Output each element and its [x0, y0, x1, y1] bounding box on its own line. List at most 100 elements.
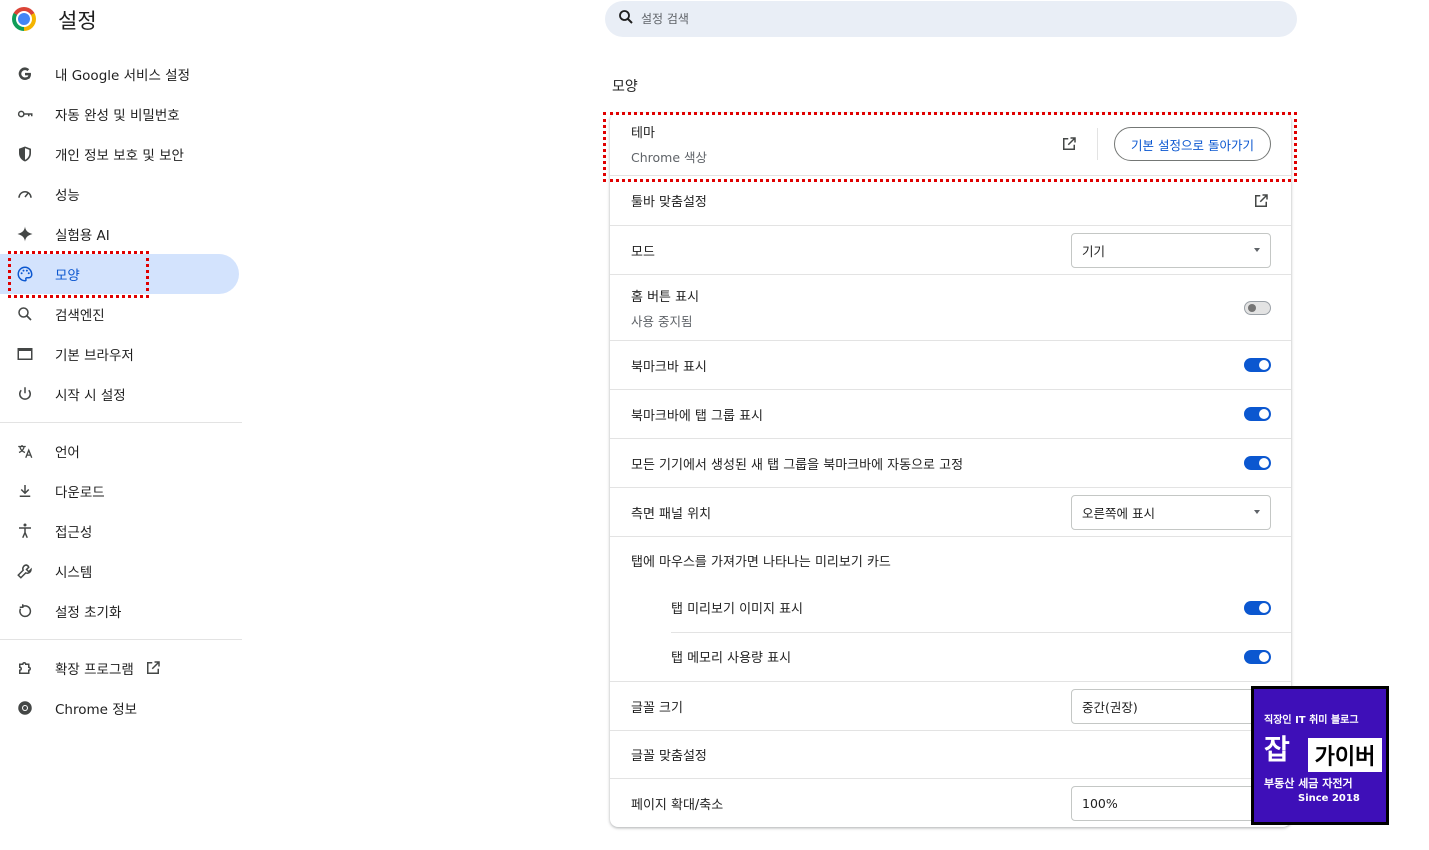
tab-groups-bar-label: 북마크바에 탭 그룹 표시 [631, 408, 763, 424]
sidebar-item-label: 실험용 AI [55, 228, 110, 244]
mode-row: 모드 기기 [610, 225, 1291, 274]
sidebar-item-accessibility[interactable]: 접근성 [0, 511, 239, 551]
search-input[interactable] [641, 12, 1241, 26]
sidebar-item-search-engine[interactable]: 검색엔진 [0, 294, 239, 334]
font-size-select[interactable]: 중간(권장) [1071, 688, 1271, 724]
sidebar: 내 Google 서비스 설정 자동 완성 및 비밀번호 개인 정보 보호 및 … [0, 54, 242, 728]
watermark-badge: 직장인 IT 취미 블로그 잡 가이버 부동산 세금 자전거 Since 201… [1251, 686, 1389, 825]
sidebar-item-label: 자동 완성 및 비밀번호 [55, 108, 180, 124]
sidebar-item-label: 시스템 [55, 565, 93, 581]
font-size-label: 글꼴 크기 [631, 700, 683, 716]
side-panel-label: 측면 패널 위치 [631, 506, 712, 522]
sidebar-item-label: 확장 프로그램 [55, 662, 134, 678]
side-panel-value: 오른쪽에 표시 [1082, 505, 1155, 521]
sidebar-item-autofill[interactable]: 자동 완성 및 비밀번호 [0, 94, 239, 134]
highlight-box-theme [603, 112, 1297, 182]
sidebar-item-performance[interactable]: 성능 [0, 174, 239, 214]
preview-image-label: 탭 미리보기 이미지 표시 [671, 602, 803, 617]
sidebar-item-label: 검색엔진 [55, 308, 105, 324]
zoom-select[interactable]: 100% [1071, 785, 1271, 821]
mode-value: 기기 [1082, 243, 1106, 259]
home-button-toggle[interactable] [1244, 300, 1271, 315]
memory-usage-toggle[interactable] [1244, 649, 1271, 664]
mode-label: 모드 [631, 244, 655, 260]
watermark-line2a: 잡 [1264, 733, 1290, 766]
sidebar-divider [0, 639, 242, 640]
reset-icon [16, 602, 34, 620]
sidebar-item-label: 다운로드 [55, 485, 105, 501]
open-external-icon[interactable] [1251, 191, 1271, 211]
translate-icon [16, 442, 34, 460]
watermark-line1: 직장인 IT 취미 블로그 [1264, 715, 1359, 726]
tab-groups-bar-row: 북마크바에 탭 그룹 표시 [610, 389, 1291, 438]
sidebar-item-downloads[interactable]: 다운로드 [0, 471, 239, 511]
sidebar-item-label: 시작 시 설정 [55, 388, 126, 404]
font-size-row: 글꼴 크기 중간(권장) [610, 681, 1291, 730]
divider [671, 632, 1291, 633]
sidebar-item-label: Chrome 정보 [55, 702, 138, 718]
shield-icon [16, 145, 34, 163]
watermark-line3: 부동산 세금 자전거 [1264, 777, 1353, 790]
google-g-icon [16, 65, 34, 83]
sidebar-divider [0, 422, 242, 423]
chevron-down-icon [1254, 248, 1260, 252]
sidebar-item-label: 개인 정보 보호 및 보안 [55, 148, 184, 164]
open-external-icon [144, 659, 162, 677]
search-icon [16, 305, 34, 323]
home-button-row: 홈 버튼 표시 사용 중지됨 [610, 274, 1291, 340]
toolbar-label: 툴바 맞춤설정 [631, 195, 707, 210]
appearance-card: 테마 Chrome 색상 기본 설정으로 돌아가기 툴바 맞춤설정 모드 기기 … [610, 113, 1291, 827]
sidebar-item-google-services[interactable]: 내 Google 서비스 설정 [0, 54, 239, 94]
home-button-sublabel: 사용 중지됨 [631, 313, 693, 329]
hover-card-row: 탭에 마우스를 가져가면 나타나는 미리보기 카드 [610, 536, 1291, 583]
zoom-value: 100% [1082, 795, 1118, 811]
sidebar-item-label: 언어 [55, 445, 80, 461]
page-title: 설정 [58, 9, 97, 33]
home-button-label: 홈 버튼 표시 [631, 289, 700, 305]
section-title: 모양 [612, 79, 638, 95]
sidebar-item-label: 설정 초기화 [55, 605, 122, 621]
sparkle-icon [16, 225, 34, 243]
watermark-line2b: 가이버 [1308, 738, 1382, 772]
search-bar[interactable] [605, 1, 1297, 37]
sidebar-item-label: 기본 브라우저 [55, 348, 134, 364]
mode-select[interactable]: 기기 [1071, 232, 1271, 268]
sidebar-item-label: 성능 [55, 188, 80, 204]
search-icon [617, 8, 635, 30]
sidebar-item-privacy[interactable]: 개인 정보 보호 및 보안 [0, 134, 239, 174]
preview-image-row: 탭 미리보기 이미지 표시 [610, 583, 1291, 632]
accessibility-icon [16, 522, 34, 540]
puzzle-icon [16, 659, 34, 677]
sidebar-item-reset[interactable]: 설정 초기화 [0, 591, 239, 631]
font-custom-label: 글꼴 맞춤설정 [631, 749, 707, 764]
sidebar-item-system[interactable]: 시스템 [0, 551, 239, 591]
hover-card-label: 탭에 마우스를 가져가면 나타나는 미리보기 카드 [631, 554, 891, 570]
speedometer-icon [16, 185, 34, 203]
tab-groups-bar-toggle[interactable] [1244, 407, 1271, 421]
auto-pin-toggle[interactable] [1244, 456, 1271, 470]
preview-image-toggle[interactable] [1244, 600, 1271, 615]
zoom-label: 페이지 확대/축소 [631, 797, 724, 813]
sidebar-item-ai[interactable]: 실험용 AI [0, 214, 239, 254]
sidebar-item-default-browser[interactable]: 기본 브라우저 [0, 334, 239, 374]
sidebar-item-about-chrome[interactable]: Chrome 정보 [0, 688, 239, 728]
bookmarks-bar-toggle[interactable] [1244, 358, 1271, 372]
side-panel-select[interactable]: 오른쪽에 표시 [1071, 494, 1271, 530]
sidebar-item-on-startup[interactable]: 시작 시 설정 [0, 374, 239, 414]
highlight-box-sidebar [8, 251, 149, 298]
font-size-value: 중간(권장) [1082, 699, 1138, 715]
bookmarks-bar-row: 북마크바 표시 [610, 340, 1291, 389]
auto-pin-label: 모든 기기에서 생성된 새 탭 그룹을 북마크바에 자동으로 고정 [631, 457, 964, 473]
sidebar-item-extensions[interactable]: 확장 프로그램 [0, 648, 239, 688]
chevron-down-icon [1254, 510, 1260, 514]
sidebar-item-label: 내 Google 서비스 설정 [55, 68, 190, 84]
auto-pin-row: 모든 기기에서 생성된 새 탭 그룹을 북마크바에 자동으로 고정 [610, 438, 1291, 487]
bookmarks-bar-label: 북마크바 표시 [631, 359, 707, 375]
zoom-row: 페이지 확대/축소 100% [610, 778, 1291, 827]
toolbar-row[interactable]: 툴바 맞춤설정 [610, 175, 1291, 225]
memory-usage-row: 탭 메모리 사용량 표시 [610, 632, 1291, 681]
chrome-icon [16, 699, 34, 717]
sidebar-item-label: 접근성 [55, 525, 93, 541]
sidebar-item-languages[interactable]: 언어 [0, 431, 239, 471]
font-custom-row[interactable]: 글꼴 맞춤설정 [610, 730, 1291, 778]
